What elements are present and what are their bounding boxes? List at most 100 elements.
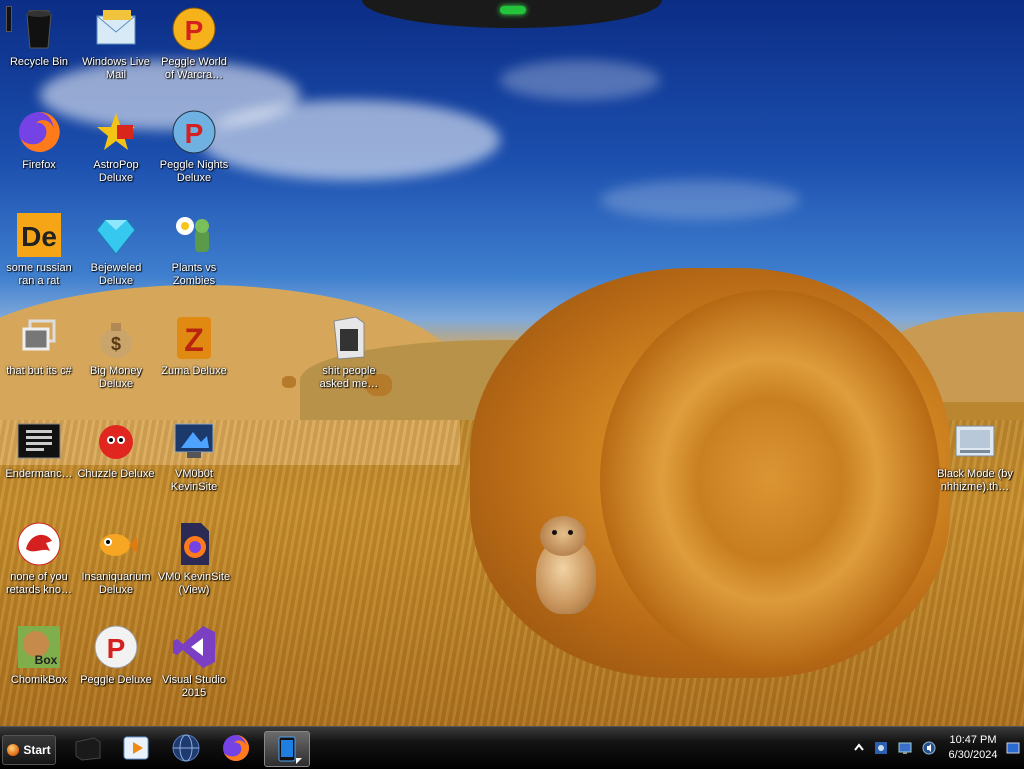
desktop-icon-none-of-you[interactable]: none of you retards kno…: [0, 521, 78, 597]
show-desktop-button[interactable]: [1006, 741, 1020, 755]
icon-label: Peggle World of Warcra…: [161, 56, 227, 81]
icon-label: shit people asked me…: [319, 365, 379, 390]
firefox-icon: [16, 109, 62, 155]
desktop[interactable]: Recycle Bin Firefox De some russian ran …: [0, 0, 1024, 726]
firefox-icon: [223, 735, 249, 761]
desktop-icon-peggle-world[interactable]: P Peggle World of Warcra…: [155, 6, 233, 82]
tray-security[interactable]: [874, 741, 888, 755]
status-light-icon: [500, 6, 526, 14]
icon-label: Peggle Deluxe: [80, 674, 152, 686]
mail-icon: [93, 6, 139, 52]
desktop-icon-black-mode-theme[interactable]: Black Mode (by nhhizme).th…: [934, 418, 1016, 494]
flower-icon: [171, 212, 217, 258]
clock-date: 6/30/2024: [948, 749, 998, 761]
taskbar-pinned-media-player[interactable]: [114, 731, 158, 765]
clock-time: 10:47 PM: [949, 734, 997, 746]
icon-label: Zuma Deluxe: [161, 365, 227, 377]
icon-label: VM0 KevinSite (View): [157, 571, 231, 596]
icon-label: some russian ran a rat: [6, 262, 72, 287]
icon-label: Firefox: [22, 159, 56, 171]
terminal-icon: [16, 418, 62, 464]
gem-icon: [93, 212, 139, 258]
icon-label: Insaniquarium Deluxe: [81, 571, 151, 596]
globe-icon: [172, 734, 200, 762]
network-icon: [898, 742, 912, 754]
icon-label: Chuzzle Deluxe: [77, 468, 155, 480]
security-icon: [875, 742, 887, 754]
taskbar-pinned-firefox[interactable]: [214, 731, 258, 765]
chevron-up-icon: [854, 743, 864, 751]
svg-text:P: P: [185, 15, 204, 46]
taskbar: Start 10:47 PM 6/30/2024: [0, 726, 1024, 769]
theme-file-icon: [952, 418, 998, 464]
folder-icon: [326, 315, 372, 361]
hamster-box-icon: Box: [16, 624, 62, 670]
vm-monitor-icon: [171, 418, 217, 464]
show-desktop-icon: [1006, 742, 1020, 754]
desktop-icon-recycle-bin[interactable]: Recycle Bin: [0, 6, 78, 69]
recycle-bin-icon: [16, 6, 62, 52]
taskbar-pinned-tablet[interactable]: [264, 731, 310, 767]
desktop-icon-bejeweled[interactable]: Bejeweled Deluxe: [77, 212, 155, 288]
icon-label: AstroPop Deluxe: [93, 159, 139, 184]
desktop-icon-visual-studio[interactable]: Visual Studio 2015: [155, 624, 233, 700]
tray-volume[interactable]: [922, 741, 936, 755]
start-orb-icon: [7, 744, 20, 756]
money-bag-icon: $: [93, 315, 139, 361]
desktop-icon-firefox[interactable]: Firefox: [0, 109, 78, 172]
desktop-icon-big-money[interactable]: $ Big Money Deluxe: [77, 315, 155, 391]
peggle-icon: P: [171, 6, 217, 52]
desktop-icon-shit-people-asked[interactable]: shit people asked me…: [310, 315, 388, 391]
mouse-cursor: [296, 758, 302, 764]
desktop-icon-windows-live-mail[interactable]: Windows Live Mail: [77, 6, 155, 82]
desktop-icon-that-but-its-cs[interactable]: that but its c#: [0, 315, 78, 378]
tray-chevron-up[interactable]: [852, 741, 866, 755]
tray-network[interactable]: [898, 741, 912, 755]
fish-icon: [93, 521, 139, 567]
peggle-icon: P: [93, 624, 139, 670]
astropop-icon: [93, 109, 139, 155]
icon-label: that but its c#: [6, 365, 72, 377]
top-gadget-bar: [362, 0, 662, 28]
desktop-icon-peggle-deluxe[interactable]: P Peggle Deluxe: [77, 624, 155, 687]
svg-text:Box: Box: [35, 653, 58, 667]
visual-studio-icon: [171, 624, 217, 670]
desktop-icon-plants-vs-zombies[interactable]: Plants vs Zombies: [155, 212, 233, 288]
start-button[interactable]: Start: [2, 735, 56, 765]
taskbar-clock[interactable]: 10:47 PM 6/30/2024: [940, 733, 1006, 763]
desktop-icon-astropop[interactable]: AstroPop Deluxe: [77, 109, 155, 185]
icon-label: Windows Live Mail: [82, 56, 150, 81]
icon-label: Black Mode (by nhhizme).th…: [937, 468, 1013, 493]
hamster-image: [522, 516, 602, 616]
desktop-icon-peggle-nights[interactable]: P Peggle Nights Deluxe: [155, 109, 233, 185]
desktop-icon-vm0b0t[interactable]: VM0b0t KevinSite: [155, 418, 233, 494]
svg-text:P: P: [185, 118, 204, 149]
icon-label: Visual Studio 2015: [161, 674, 226, 699]
icon-label: ChomikBox: [10, 674, 68, 686]
volume-icon: [922, 741, 936, 755]
svg-text:$: $: [111, 334, 121, 354]
icon-label: Peggle Nights Deluxe: [159, 159, 229, 184]
zuma-icon: Z: [171, 315, 217, 361]
desktop-icon-vm0-kevinsite-view[interactable]: VM0 KevinSite (View): [155, 521, 233, 597]
peggle-nights-icon: P: [171, 109, 217, 155]
icon-label: Big Money Deluxe: [90, 365, 142, 390]
desktop-icon-chomikbox[interactable]: Box ChomikBox: [0, 624, 78, 687]
taskbar-pinned-black-box[interactable]: [66, 731, 110, 765]
icon-label: Plants vs Zombies: [171, 262, 217, 287]
desktop-icon-chuzzle[interactable]: Chuzzle Deluxe: [77, 418, 155, 481]
svg-text:De: De: [21, 221, 57, 252]
svg-text:Z: Z: [184, 322, 204, 358]
desktop-icon-zuma[interactable]: Z Zuma Deluxe: [155, 315, 233, 378]
dragon-icon: [16, 521, 62, 567]
icon-label: VM0b0t KevinSite: [170, 468, 218, 493]
de-app-icon: De: [16, 212, 62, 258]
taskbar-pinned-globe[interactable]: [164, 731, 208, 765]
icon-label: Recycle Bin: [9, 56, 69, 68]
chuzzle-icon: [93, 418, 139, 464]
icon-label: Bejeweled Deluxe: [90, 262, 142, 287]
desktop-icon-some-russian[interactable]: De some russian ran a rat: [0, 212, 78, 288]
black-box-icon: [75, 737, 101, 761]
desktop-icon-endermanc[interactable]: Endermanc…: [0, 418, 78, 481]
desktop-icon-insaniquarium[interactable]: Insaniquarium Deluxe: [77, 521, 155, 597]
